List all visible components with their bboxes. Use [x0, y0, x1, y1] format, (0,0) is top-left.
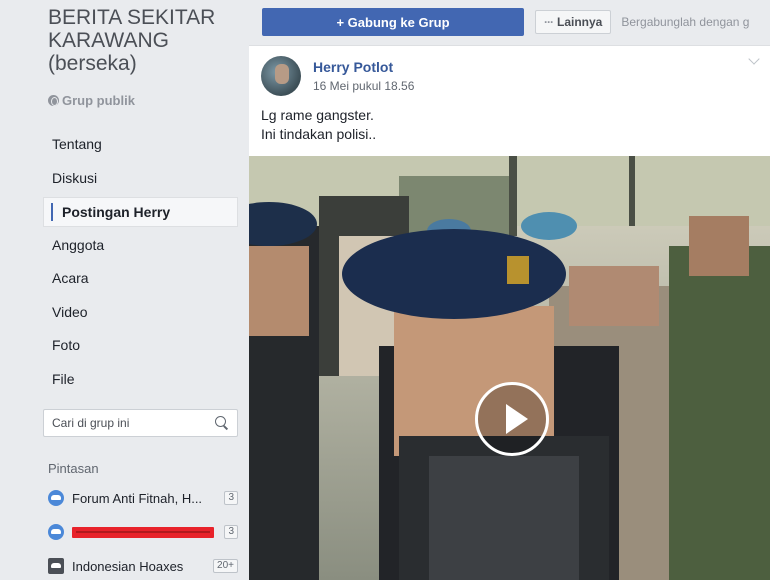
nav-item-about[interactable]: Tentang — [43, 130, 238, 164]
nav-item-members[interactable]: Anggota — [43, 231, 238, 265]
shortcut-label: Indonesian Hoaxes — [72, 558, 184, 574]
post-text-line: Ini tindakan polisi.. — [261, 126, 377, 142]
avatar[interactable] — [261, 56, 301, 96]
group-nav: Tentang Diskusi Postingan Herry Anggota … — [43, 130, 238, 398]
group-actions-bar: + Gabung ke Grup ··· Lainnya Bergabungla… — [262, 8, 770, 36]
nav-item-files[interactable]: File — [43, 365, 238, 399]
shortcut-label: Forum Anti Fitnah, H... — [72, 490, 203, 506]
nav-item-videos[interactable]: Video — [43, 298, 238, 332]
group-icon — [48, 490, 64, 506]
post-text: Lg rame gangster. Ini tindakan polisi.. — [261, 106, 376, 144]
group-sidebar: BERITA SEKITAR KARAWANG (berseka) Grup p… — [0, 0, 249, 579]
notification-badge: 3 — [224, 525, 238, 539]
more-label: Lainnya — [557, 15, 603, 29]
join-hint-text: Bergabunglah dengan g — [621, 15, 750, 29]
notification-badge: 3 — [224, 491, 238, 505]
post-text-line: Lg rame gangster. — [261, 107, 374, 123]
search-icon[interactable] — [215, 416, 229, 430]
nav-item-discussion[interactable]: Diskusi — [43, 164, 238, 198]
shortcuts-heading: Pintasan — [48, 461, 99, 476]
video-frame — [249, 156, 770, 580]
more-button[interactable]: ··· Lainnya — [535, 10, 612, 34]
redacted-label — [72, 526, 215, 538]
nav-item-events[interactable]: Acara — [43, 264, 238, 298]
post-timestamp[interactable]: 16 Mei pukul 18.56 — [313, 79, 414, 93]
video-player[interactable] — [249, 156, 770, 580]
nav-item-photos[interactable]: Foto — [43, 331, 238, 365]
group-icon — [48, 524, 64, 540]
page-thumbnail-icon — [48, 558, 64, 574]
nav-item-member-posts[interactable]: Postingan Herry — [43, 197, 238, 227]
join-group-button[interactable]: + Gabung ke Grup — [262, 8, 524, 36]
group-privacy-label: Grup publik — [62, 93, 135, 108]
search-placeholder: Cari di grup ini — [52, 416, 130, 430]
notification-badge: 20+ — [213, 559, 238, 573]
chevron-down-icon[interactable] — [748, 53, 760, 65]
shortcut-item[interactable]: 3 — [48, 522, 238, 542]
group-search-input[interactable]: Cari di grup ini — [43, 409, 238, 437]
post-card: Herry Potlot 16 Mei pukul 18.56 Lg rame … — [249, 45, 770, 580]
post-author[interactable]: Herry Potlot — [313, 59, 393, 75]
group-title[interactable]: BERITA SEKITAR KARAWANG (berseka) — [48, 6, 243, 75]
group-privacy: Grup publik — [48, 93, 135, 108]
globe-icon — [48, 95, 59, 106]
play-button[interactable] — [475, 382, 549, 456]
shortcut-item[interactable]: Forum Anti Fitnah, H... 3 — [48, 488, 238, 508]
nav-item-label: Postingan Herry — [62, 204, 171, 220]
shortcut-item[interactable]: Indonesian Hoaxes 20+ — [48, 556, 238, 576]
more-dots-icon: ··· — [544, 15, 554, 29]
